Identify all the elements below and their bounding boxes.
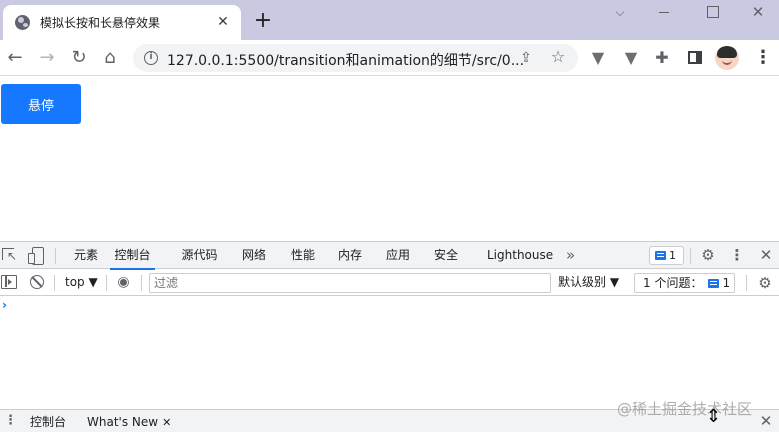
avatar[interactable] [715,46,739,70]
resize-cursor-icon: ⇕ [706,406,722,427]
side-panel-icon[interactable] [685,48,705,68]
tab-console[interactable]: 控制台 [110,242,155,270]
tab-close-icon[interactable]: ✕ [215,14,231,30]
kebab-icon[interactable]: ⋮ [753,48,773,68]
browser-tab-active[interactable]: 模拟长按和长悬停效果 ✕ [3,5,241,40]
close-icon[interactable]: ✕ [757,246,775,264]
window-maximize-icon[interactable] [701,4,723,20]
puzzle-icon[interactable]: ✚ [652,48,672,68]
clear-console-icon[interactable] [30,275,44,289]
browser-toolbar: ← → ↻ ⌂ i 127.0.0.1:5500/transition和anim… [0,40,779,76]
window-close-icon[interactable]: ✕ [747,4,769,20]
tab-lighthouse[interactable]: Lighthouse [487,242,553,269]
new-tab-button[interactable]: + [253,10,273,32]
context-selector[interactable]: top ▼ [65,270,98,296]
divider [690,248,691,264]
watermark: @稀土掘金技术社区 [617,400,753,418]
divider [141,275,142,291]
page-viewport: 悬停 [0,77,779,241]
log-levels-dropdown[interactable]: 默认级别 ▼ [558,270,619,296]
message-icon [655,251,666,260]
arrow-left-icon[interactable]: ← [3,46,27,70]
address-bar[interactable]: i 127.0.0.1:5500/transition和animation的细节… [133,44,578,72]
drawer-close-icon[interactable]: ✕ [757,412,775,430]
hover-button[interactable]: 悬停 [1,84,81,124]
divider [54,275,55,291]
browser-tabstrip: 模拟长按和长悬停效果 ✕ + ⌵ ✕ [0,0,779,40]
url-text[interactable]: 127.0.0.1:5500/transition和animation的细节/s… [167,50,524,70]
kebab-icon[interactable]: ⋮ [728,246,746,264]
drawer-tab-whats-new[interactable]: What's New ✕ [87,410,171,432]
issues-button[interactable]: 1 个问题： 1 [634,273,735,293]
tab-security[interactable]: 安全 [433,242,459,269]
star-icon[interactable]: ☆ [549,48,567,66]
share-icon[interactable]: ⇪ [517,49,535,67]
divider [746,275,747,291]
console-settings-gear-icon[interactable]: ⚙ [756,274,774,292]
issues-count: 1 [722,276,731,290]
inspect-element-icon[interactable] [2,248,18,264]
vue-devtools-icon[interactable]: ▼ [588,48,608,68]
divider [55,248,56,264]
globe-icon [15,15,30,30]
eye-icon[interactable]: ◉ [115,275,132,289]
issues-label: 1 个问题： [643,276,703,290]
kebab-icon[interactable]: ⋮ [4,413,17,429]
console-sidebar-icon[interactable] [1,275,17,289]
devtools-tabbar: 元素 控制台 源代码 网络 性能 内存 应用 安全 Lighthouse » 1… [0,242,779,270]
console-toolbar: top ▼ ◉ 默认级别 ▼ 1 个问题： 1 ⚙ [0,270,779,296]
console-filter-input[interactable] [149,273,551,293]
window-minimize-icon[interactable] [653,4,675,20]
console-prompt[interactable]: › [2,298,7,312]
tab-application[interactable]: 应用 [385,242,411,269]
tab-performance[interactable]: 性能 [290,242,316,269]
tab-network[interactable]: 网络 [241,242,267,269]
drawer-tab-whats-new-label: What's New [87,415,159,429]
close-icon[interactable]: ✕ [162,416,171,429]
tab-elements[interactable]: 元素 [73,242,99,269]
device-toolbar-icon[interactable] [28,247,44,265]
tab-title: 模拟长按和长悬停效果 [40,16,161,30]
tab-sources[interactable]: 源代码 [181,242,218,269]
tab-search-chevron-icon[interactable]: ⌵ [609,4,631,20]
message-icon [708,279,720,288]
reload-icon[interactable]: ↻ [67,46,91,70]
divider [106,275,107,291]
arrow-right-icon[interactable]: → [35,46,59,70]
more-tabs-icon[interactable]: » [566,242,575,269]
drawer-tab-console[interactable]: 控制台 [30,410,66,432]
issues-badge-count: 1 [669,249,676,262]
tab-memory[interactable]: 内存 [337,242,363,269]
vue-devtools-icon[interactable]: ▼ [621,48,641,68]
console-output[interactable]: › [0,297,779,409]
issues-badge[interactable]: 1 [649,246,684,265]
home-icon[interactable]: ⌂ [98,46,122,70]
gear-icon[interactable]: ⚙ [699,246,717,264]
info-icon[interactable]: i [144,51,158,65]
